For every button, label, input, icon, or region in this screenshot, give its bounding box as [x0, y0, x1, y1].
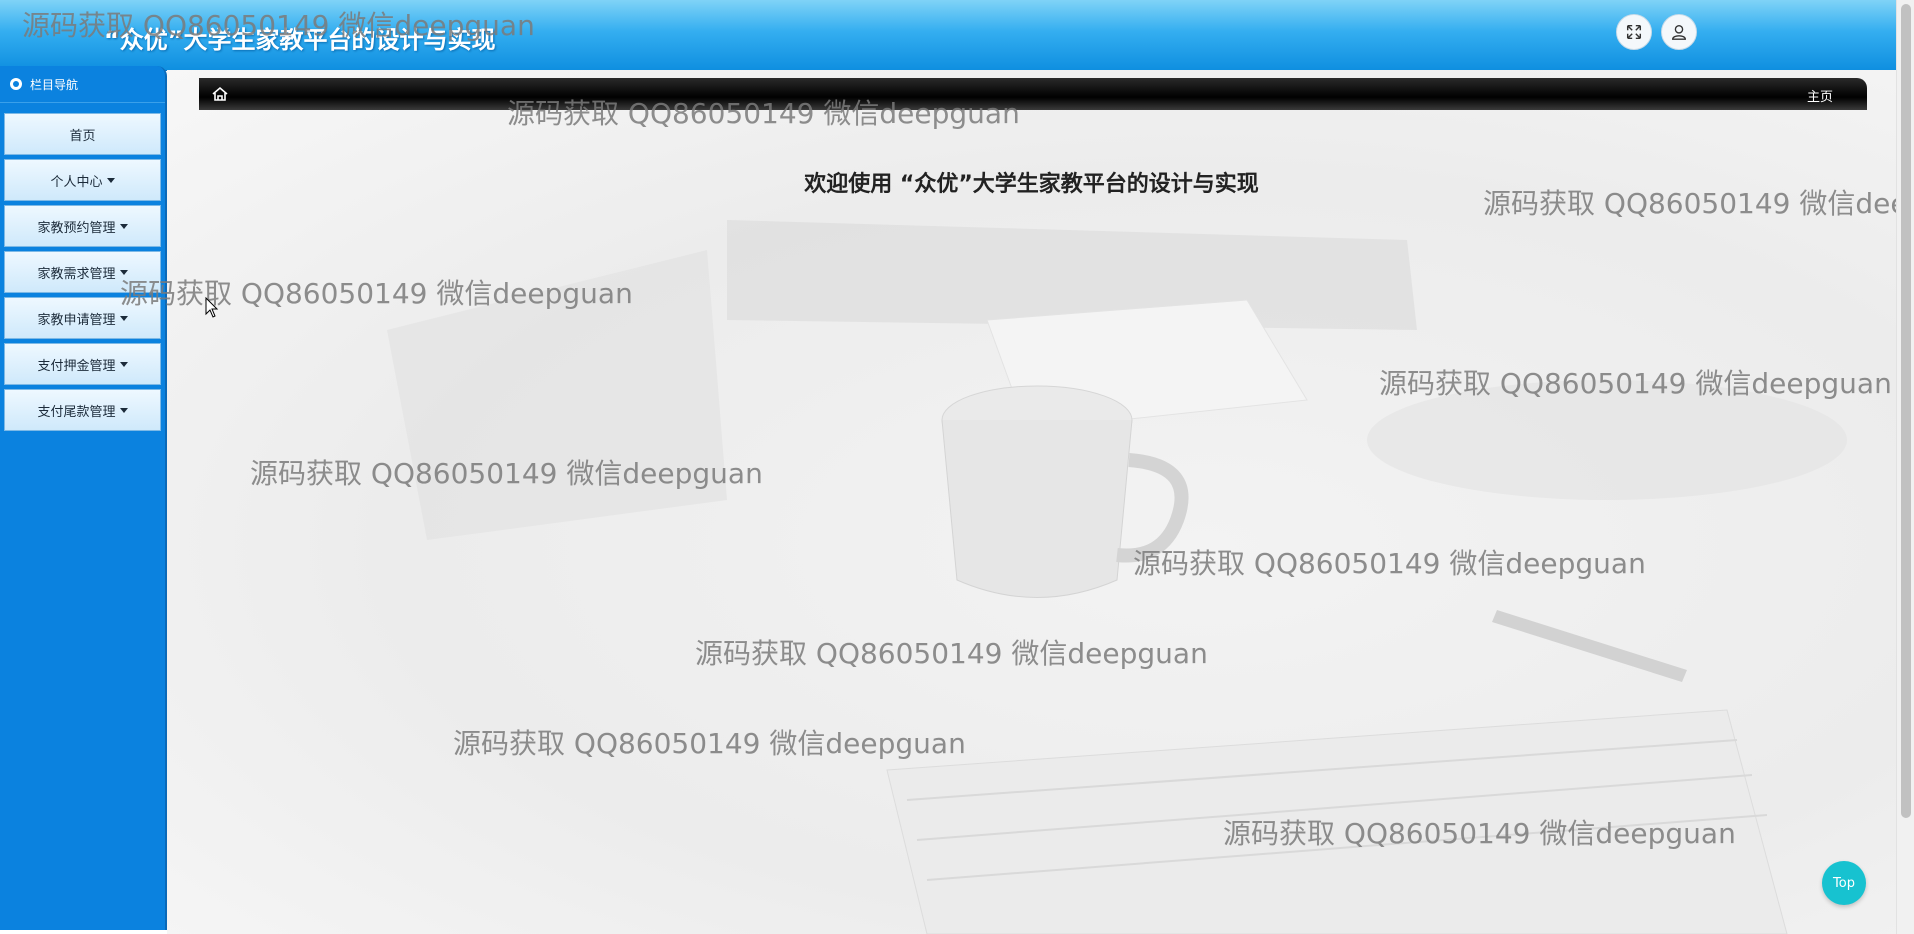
sidebar-item-label: 家教申请管理	[37, 312, 116, 328]
sidebar-item-label: 支付尾款管理	[37, 404, 116, 420]
sidebar-item-home[interactable]: 首页	[4, 113, 161, 155]
back-to-top-button[interactable]: Top	[1822, 861, 1866, 905]
sidebar-item-label: 支付押金管理	[37, 358, 116, 374]
breadcrumb-current: 主页	[1806, 90, 1833, 105]
caret-down-icon	[119, 223, 128, 229]
nav-bullet-icon	[10, 78, 22, 90]
top-header: “众优”大学生家教平台的设计与实现	[0, 0, 1896, 71]
breadcrumb: 主页	[199, 78, 1867, 110]
app-window: “众优”大学生家教平台的设计与实现 栏目导航 首页 个人中心 家教预约管理 家教…	[0, 0, 1914, 934]
app-title: “众优”大学生家教平台的设计与实现	[104, 26, 496, 54]
caret-down-icon	[119, 407, 128, 413]
caret-down-icon	[106, 177, 115, 183]
mouse-cursor-icon	[205, 297, 219, 318]
user-icon	[1672, 25, 1686, 40]
sidebar-nav: 首页 个人中心 家教预约管理 家教需求管理 家教申请管理 支付押金管理 支付尾款…	[0, 113, 165, 431]
caret-down-icon	[119, 361, 128, 367]
sidebar-item-personal-center[interactable]: 个人中心	[4, 159, 161, 201]
sidebar-heading-label: 栏目导航	[30, 77, 79, 92]
fullscreen-button[interactable]	[1616, 14, 1652, 50]
sidebar-heading: 栏目导航	[0, 66, 165, 103]
sidebar-item-label: 首页	[69, 128, 96, 144]
sidebar-item-label: 个人中心	[50, 174, 103, 190]
caret-down-icon	[119, 315, 128, 321]
sidebar-item-balance[interactable]: 支付尾款管理	[4, 389, 161, 431]
caret-down-icon	[119, 269, 128, 275]
sidebar-item-label: 家教预约管理	[37, 220, 116, 236]
user-menu-button[interactable]	[1661, 14, 1697, 50]
sidebar-item-deposit[interactable]: 支付押金管理	[4, 343, 161, 385]
main-content: 主页 欢迎使用 “众优”大学生家教平台的设计与实现	[167, 70, 1896, 934]
sidebar-item-label: 家教需求管理	[37, 266, 116, 282]
scrollbar-thumb[interactable]	[1901, 4, 1911, 818]
sidebar: 栏目导航 首页 个人中心 家教预约管理 家教需求管理 家教申请管理 支付押金管理…	[0, 66, 167, 930]
sidebar-item-booking[interactable]: 家教预约管理	[4, 205, 161, 247]
home-icon[interactable]	[211, 85, 229, 103]
welcome-heading: 欢迎使用 “众优”大学生家教平台的设计与实现	[804, 172, 1259, 197]
vertical-scrollbar[interactable]	[1896, 0, 1914, 934]
sidebar-item-application[interactable]: 家教申请管理	[4, 297, 161, 339]
expand-icon	[1626, 24, 1642, 40]
sidebar-item-demand[interactable]: 家教需求管理	[4, 251, 161, 293]
background-illustration	[387, 220, 1847, 934]
